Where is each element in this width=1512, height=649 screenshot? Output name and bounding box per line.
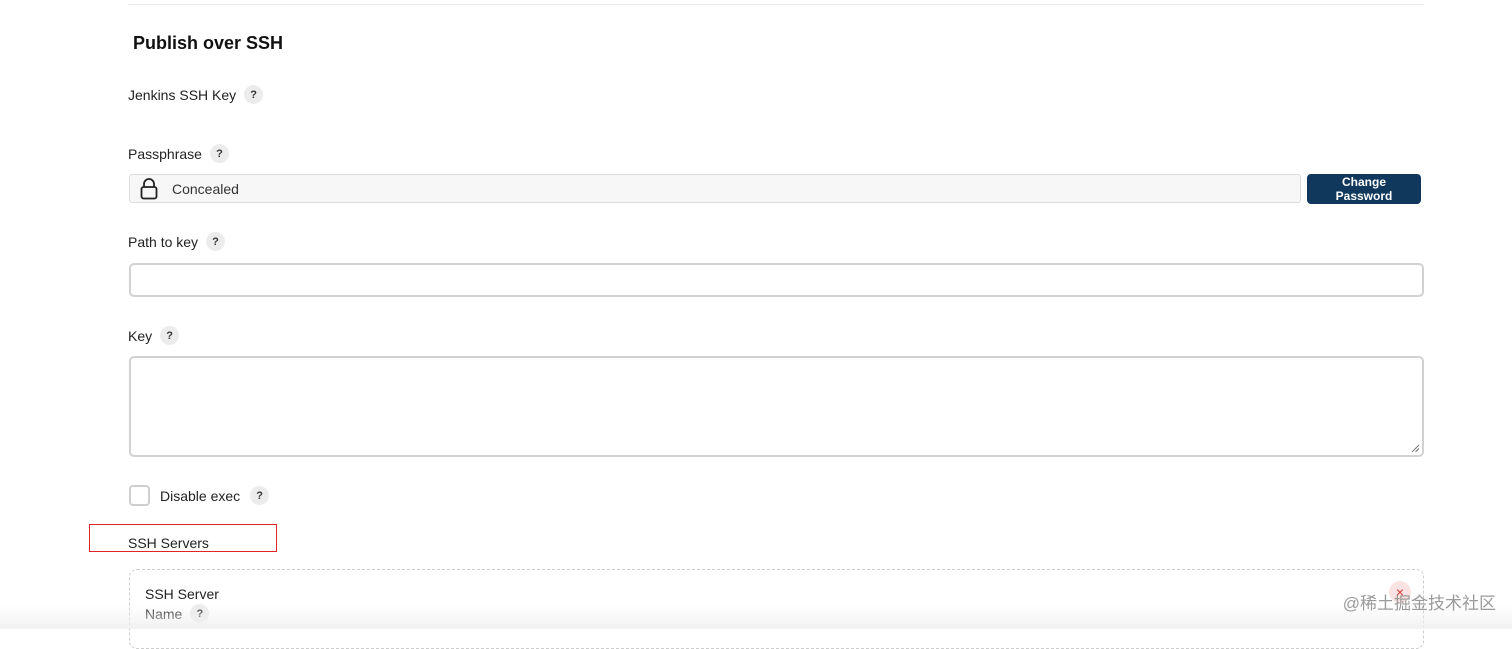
ssh-server-name-label: Name bbox=[145, 605, 183, 622]
disable-exec-row: Disable exec ? bbox=[129, 485, 270, 506]
lock-icon bbox=[140, 177, 158, 199]
key-textarea[interactable] bbox=[129, 356, 1424, 457]
help-icon[interactable]: ? bbox=[206, 232, 226, 251]
path-to-key-field: Path to key ? bbox=[128, 232, 226, 251]
top-divider bbox=[129, 4, 1424, 5]
ssh-servers-label: SSH Servers bbox=[128, 535, 209, 551]
resize-grip-icon[interactable] bbox=[1411, 444, 1420, 453]
path-to-key-input[interactable] bbox=[129, 263, 1424, 297]
jenkins-ssh-key-field: Jenkins SSH Key ? bbox=[128, 85, 264, 104]
help-icon[interactable]: ? bbox=[190, 604, 210, 623]
section-title: Publish over SSH bbox=[133, 33, 284, 53]
key-label: Key bbox=[128, 327, 153, 344]
help-icon[interactable]: ? bbox=[160, 326, 180, 345]
jenkins-ssh-key-label: Jenkins SSH Key bbox=[128, 86, 237, 103]
ssh-server-card bbox=[129, 569, 1424, 649]
watermark: @稀土掘金技术社区 bbox=[1342, 594, 1496, 613]
help-icon[interactable]: ? bbox=[244, 85, 264, 104]
passphrase-concealed-field: Concealed bbox=[129, 174, 1301, 203]
disable-exec-checkbox[interactable] bbox=[129, 485, 150, 506]
passphrase-field: Passphrase ? bbox=[128, 144, 229, 163]
ssh-server-card-title: SSH Server bbox=[145, 586, 219, 602]
path-to-key-label: Path to key bbox=[128, 233, 199, 250]
help-icon[interactable]: ? bbox=[209, 144, 229, 163]
help-icon[interactable]: ? bbox=[250, 486, 270, 505]
passphrase-label: Passphrase bbox=[128, 145, 202, 162]
passphrase-concealed-text: Concealed bbox=[172, 180, 239, 197]
disable-exec-label: Disable exec bbox=[160, 487, 241, 504]
change-password-button[interactable]: Change Password bbox=[1307, 174, 1421, 204]
ssh-server-name-field: Name ? bbox=[145, 604, 210, 623]
key-field: Key ? bbox=[128, 326, 180, 345]
